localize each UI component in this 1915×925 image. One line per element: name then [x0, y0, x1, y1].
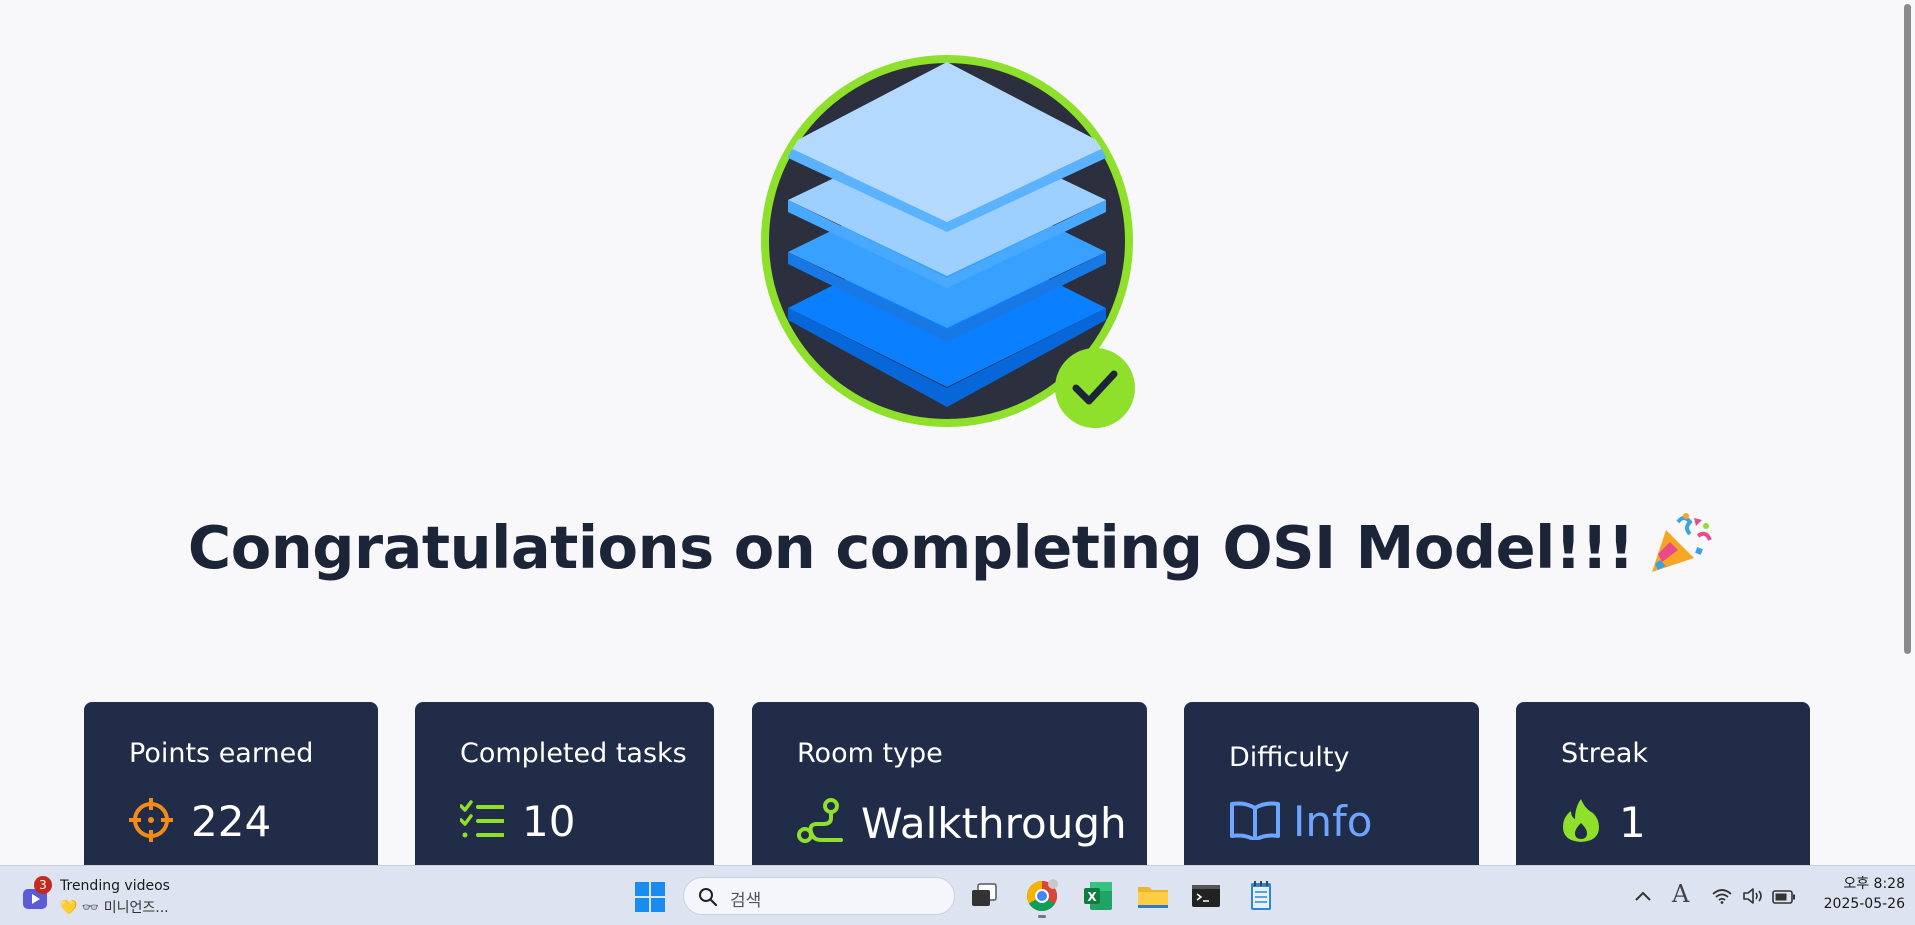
stat-value: 1: [1619, 797, 1646, 847]
terminal-icon[interactable]: [1188, 878, 1224, 914]
vertical-scrollbar[interactable]: [1899, 0, 1915, 865]
svg-text:X: X: [1087, 890, 1097, 904]
clock-time: 오후 8:28: [1843, 876, 1905, 892]
flame-icon: [1561, 797, 1601, 847]
stat-card-streak: Streak 1: [1516, 702, 1810, 865]
party-popper-icon: [1648, 512, 1712, 588]
stat-card-room-type: Room type Walkthrough: [752, 702, 1147, 865]
stat-card-difficulty: Difficulty Info: [1184, 702, 1479, 865]
windows-taskbar: 3 Trending videos 💛 👓 미니언즈... 검색 X A 오후 …: [0, 865, 1915, 925]
book-icon: [1229, 800, 1281, 844]
speaker-icon[interactable]: [1742, 887, 1764, 909]
checkmark-icon: [1055, 348, 1135, 428]
input-method-indicator[interactable]: A: [1672, 880, 1689, 908]
widgets-button[interactable]: 3 Trending videos 💛 👓 미니언즈...: [22, 876, 192, 916]
heading-text: Congratulations on completing OSI Model!…: [187, 513, 1635, 582]
taskbar-search-input[interactable]: 검색: [683, 877, 955, 915]
room-completion-badge: [758, 52, 1136, 430]
stacked-layers-icon: [761, 55, 1135, 428]
checklist-icon: [459, 799, 505, 844]
congratulations-heading: Congratulations on completing OSI Model!…: [0, 512, 1900, 588]
windows-logo-icon: [635, 882, 665, 912]
battery-icon[interactable]: [1772, 889, 1796, 908]
stat-label: Completed tasks: [460, 738, 687, 769]
search-icon: [698, 887, 718, 911]
widget-subtitle: 💛 👓 미니언즈...: [60, 900, 169, 916]
start-button[interactable]: [634, 881, 666, 913]
chevron-up-icon[interactable]: [1634, 888, 1652, 907]
clock-date: 2025-05-26: [1823, 896, 1905, 912]
target-icon: [129, 797, 173, 846]
stat-label: Streak: [1561, 738, 1649, 769]
stat-card-points: Points earned 224: [84, 702, 378, 865]
stat-label: Difficulty: [1229, 742, 1350, 773]
search-placeholder: 검색: [730, 891, 762, 911]
stat-value: 224: [191, 797, 272, 846]
route-icon: [797, 797, 843, 849]
wifi-icon[interactable]: [1712, 888, 1732, 908]
notepad-icon[interactable]: [1243, 878, 1279, 914]
widget-title: Trending videos: [60, 878, 170, 894]
file-explorer-icon[interactable]: [1135, 878, 1171, 914]
notification-count-badge: 3: [34, 876, 52, 894]
excel-icon[interactable]: X: [1080, 878, 1116, 914]
task-view-icon[interactable]: [966, 878, 1002, 914]
chrome-icon[interactable]: [1024, 878, 1060, 918]
stat-value: Info: [1293, 797, 1373, 846]
page: Congratulations on completing OSI Model!…: [0, 0, 1915, 865]
running-indicator: [1038, 915, 1046, 918]
stat-card-completed-tasks: Completed tasks 10: [415, 702, 714, 865]
stat-value: Walkthrough: [861, 798, 1127, 848]
system-clock[interactable]: 오후 8:28 2025-05-26: [1800, 874, 1905, 914]
stat-value: 10: [522, 797, 576, 846]
scrollbar-thumb[interactable]: [1904, 4, 1911, 654]
stat-label: Points earned: [129, 738, 314, 769]
stat-label: Room type: [797, 738, 943, 769]
